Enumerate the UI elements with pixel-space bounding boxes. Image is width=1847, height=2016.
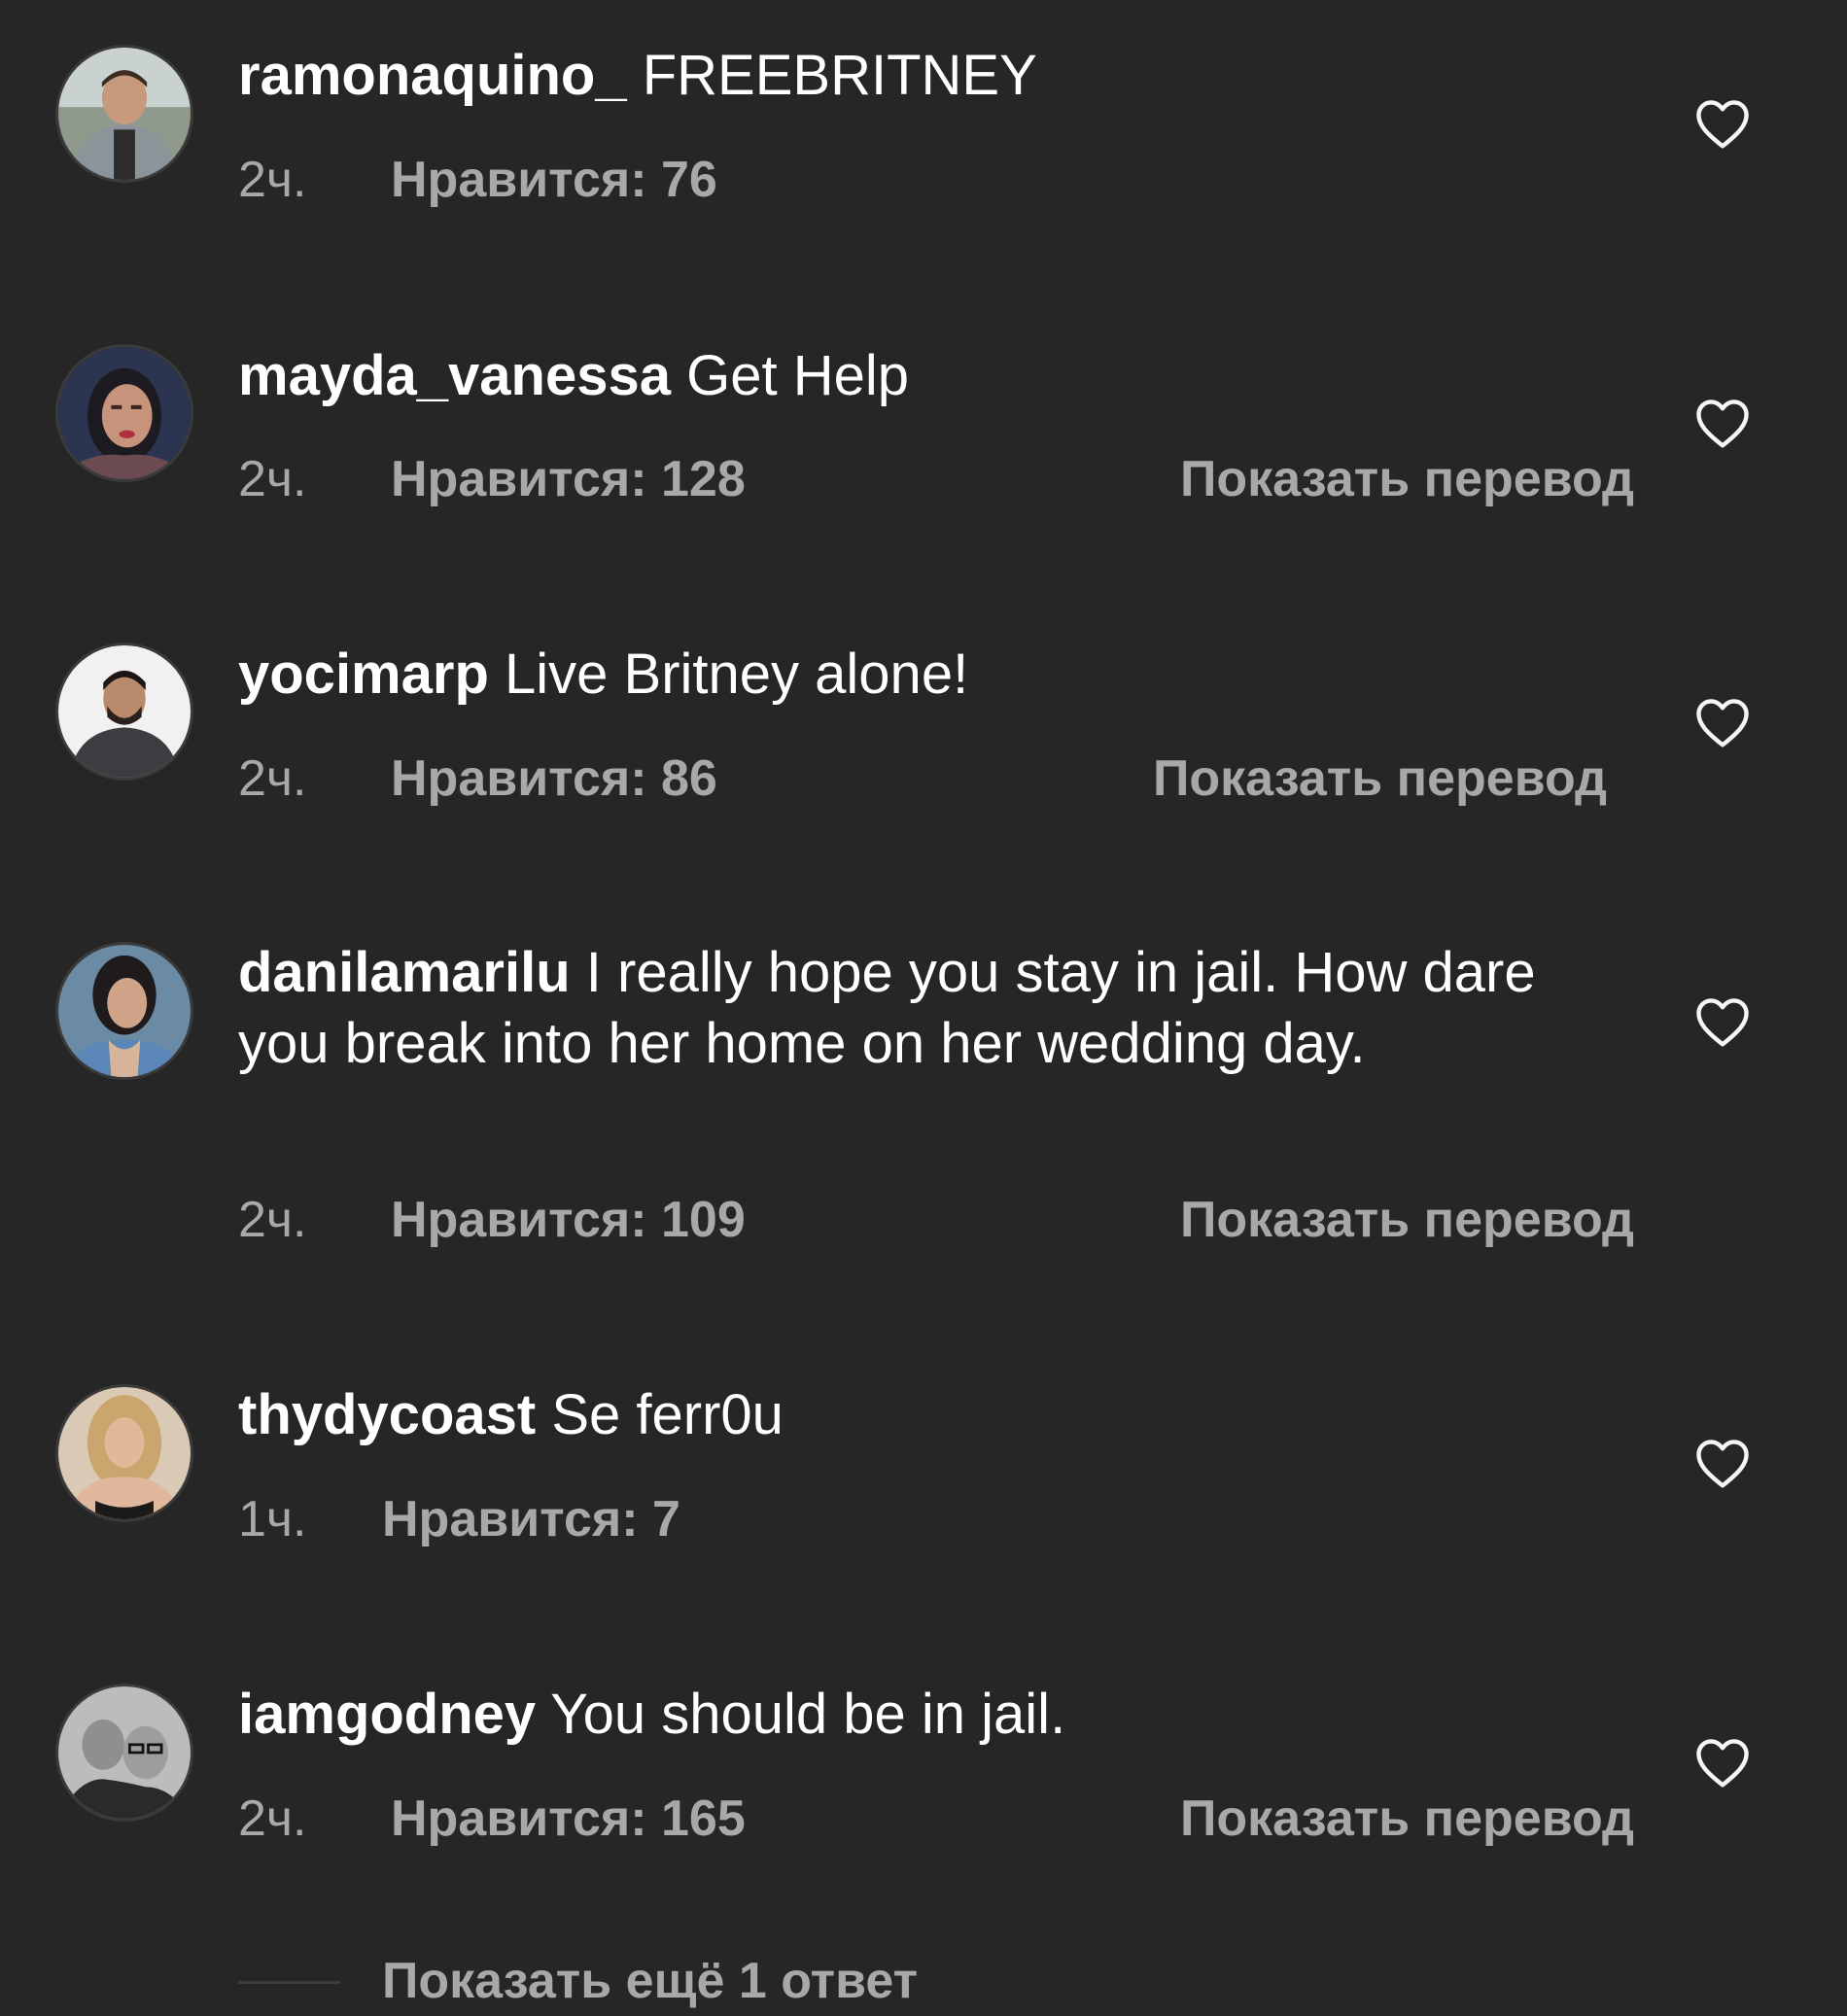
comment-body: FREEBRITNEY	[642, 44, 1037, 107]
avatar[interactable]	[55, 1684, 193, 1822]
heart-icon[interactable]	[1693, 97, 1752, 150]
avatar[interactable]	[55, 643, 193, 781]
comment-text: yocimarp Live Britney alone!	[238, 639, 1599, 710]
avatar[interactable]	[55, 1384, 193, 1522]
show-translation-link[interactable]: Показать перевод	[1180, 450, 1634, 508]
comment-body: Live Britney alone!	[505, 643, 969, 706]
avatar-image	[58, 1686, 191, 1819]
heart-icon[interactable]	[1693, 1437, 1752, 1489]
heart-icon[interactable]	[1693, 995, 1752, 1048]
comment-username[interactable]: yocimarp	[238, 643, 489, 706]
comment-meta: 2ч. Нравится: 86	[238, 749, 717, 808]
avatar[interactable]	[55, 45, 193, 183]
heart-icon[interactable]	[1693, 696, 1752, 748]
comment-meta: 1ч. Нравится: 7	[238, 1490, 680, 1548]
comment-time: 2ч.	[238, 152, 307, 208]
comment-text: mayda_vanessa Get Help	[238, 340, 1599, 411]
avatar-image	[58, 645, 191, 778]
comment-text: ramonaquino_ FREEBRITNEY	[238, 40, 1599, 111]
comment-time: 1ч.	[238, 1491, 307, 1547]
comment-time: 2ч.	[238, 1192, 307, 1248]
comment-meta: 2ч. Нравится: 165	[238, 1790, 746, 1848]
avatar[interactable]	[55, 942, 193, 1080]
comment-meta: 2ч. Нравится: 128	[238, 450, 746, 508]
comment-text: danilamarilu I really hope you stay in j…	[238, 937, 1599, 1079]
comment-username[interactable]: mayda_vanessa	[238, 344, 671, 407]
avatar-image	[58, 1387, 191, 1519]
comment-username[interactable]: danilamarilu	[238, 941, 571, 1004]
comment-meta: 2ч. Нравится: 76	[238, 151, 717, 209]
comment-likes[interactable]: Нравится: 165	[391, 1790, 746, 1848]
comment-body: Get Help	[686, 344, 910, 407]
comment-likes[interactable]: Нравится: 128	[391, 450, 746, 508]
comment-time: 2ч.	[238, 451, 307, 507]
heart-icon[interactable]	[1693, 397, 1752, 449]
show-translation-link[interactable]: Показать перевод	[1180, 1191, 1634, 1249]
comment-likes[interactable]: Нравится: 109	[391, 1191, 746, 1249]
show-translation-link[interactable]: Показать перевод	[1153, 749, 1607, 808]
avatar-image	[58, 48, 191, 180]
comment-username[interactable]: thydycoast	[238, 1383, 536, 1446]
show-translation-link[interactable]: Показать перевод	[1180, 1790, 1634, 1848]
comment-username[interactable]: ramonaquino_	[238, 44, 627, 107]
comment-likes[interactable]: Нравится: 86	[391, 749, 717, 808]
comment-body: Se ferr0u	[551, 1383, 784, 1446]
reply-divider-line	[238, 1981, 340, 1984]
comment-text: thydycoast Se ferr0u	[238, 1379, 1599, 1450]
comment-time: 2ч.	[238, 750, 307, 807]
comment-meta: 2ч. Нравится: 109	[238, 1191, 746, 1249]
comment-likes[interactable]: Нравится: 7	[382, 1490, 680, 1548]
show-more-replies-label[interactable]: Показать ещё 1 ответ	[382, 1952, 918, 2010]
avatar-image	[58, 347, 191, 479]
comment-body: You should be in jail.	[550, 1683, 1066, 1746]
comment-time: 2ч.	[238, 1790, 307, 1847]
heart-icon[interactable]	[1693, 1736, 1752, 1789]
avatar-image	[58, 945, 191, 1077]
comment-likes[interactable]: Нравится: 76	[391, 151, 717, 209]
avatar[interactable]	[55, 344, 193, 482]
comment-username[interactable]: iamgodney	[238, 1683, 536, 1746]
comment-text: iamgodney You should be in jail.	[238, 1679, 1599, 1750]
